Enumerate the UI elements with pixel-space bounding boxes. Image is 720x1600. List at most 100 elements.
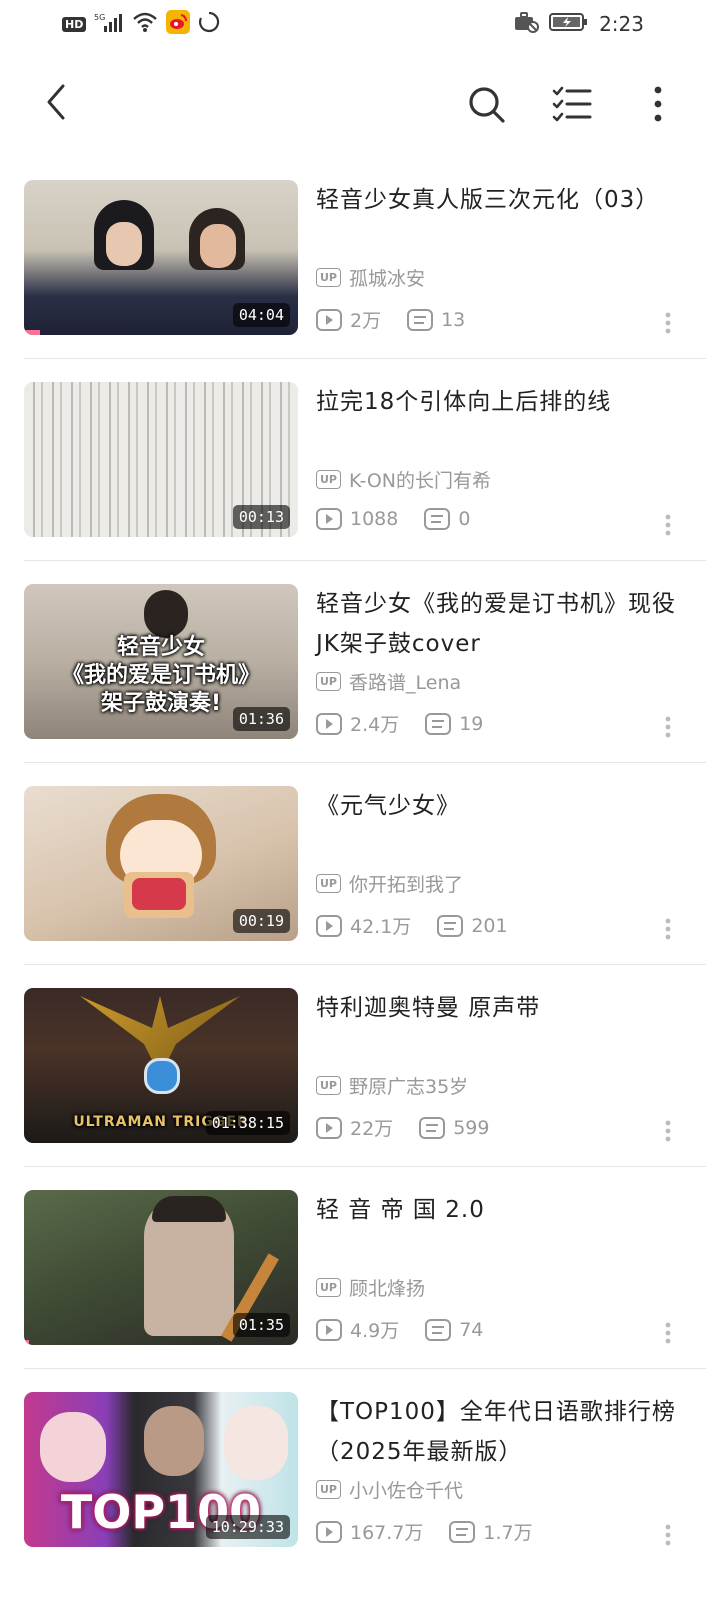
- uploader-row[interactable]: UP 孤城冰安: [316, 264, 425, 291]
- video-stats: 4.9万 74: [316, 1316, 509, 1343]
- up-badge: UP: [316, 1076, 341, 1095]
- video-item[interactable]: 00:19 《元气少女》 UP 你开拓到我了 42.1万 201: [24, 786, 706, 988]
- danmaku-icon: [419, 1116, 446, 1139]
- back-button[interactable]: [32, 78, 80, 126]
- danmaku-count: 1.7万: [483, 1522, 533, 1544]
- uploader-name: 野原广志35岁: [349, 1076, 469, 1098]
- item-more-button[interactable]: [658, 308, 678, 338]
- play-count-icon: [316, 1520, 342, 1543]
- view-count: 167.7万: [350, 1522, 424, 1544]
- video-stats: 167.7万 1.7万: [316, 1518, 559, 1545]
- play-count-icon: [316, 712, 342, 735]
- video-stats: 42.1万 201: [316, 912, 534, 939]
- up-badge: UP: [316, 874, 341, 893]
- video-title[interactable]: 《元气少女》: [316, 786, 686, 826]
- video-thumbnail[interactable]: 00:19: [24, 786, 298, 941]
- up-badge: UP: [316, 672, 341, 691]
- danmaku-icon: [407, 308, 434, 331]
- play-count-icon: [316, 1318, 342, 1341]
- divider: [24, 964, 706, 965]
- more-menu-button[interactable]: [634, 80, 682, 128]
- video-title[interactable]: 特利迦奥特曼 原声带: [316, 988, 686, 1028]
- chevron-left-icon: [47, 84, 65, 120]
- network-label: 5G: [94, 13, 105, 22]
- video-thumbnail[interactable]: TOP100 10:29:33: [24, 1392, 298, 1547]
- wifi-icon: [132, 11, 158, 37]
- danmaku-count: 0: [458, 508, 471, 530]
- video-thumbnail[interactable]: 轻音少女 《我的爱是订书机》 架子鼓演奏! 01:36: [24, 584, 298, 739]
- play-count-icon: [316, 508, 342, 530]
- video-duration: 04:04: [232, 303, 290, 327]
- watch-progress: [24, 1340, 30, 1345]
- briefcase-icon: [513, 11, 540, 37]
- uploader-row[interactable]: UP 野原广志35岁: [316, 1072, 468, 1099]
- video-duration: 00:19: [232, 909, 290, 933]
- hd-indicator: HD: [62, 16, 87, 32]
- up-badge: UP: [316, 1480, 341, 1499]
- item-more-button[interactable]: [658, 712, 678, 742]
- video-item[interactable]: TOP100 10:29:33 【TOP100】全年代日语歌排行榜（2025年最…: [24, 1392, 706, 1594]
- video-duration: 00:13: [232, 505, 290, 529]
- danmaku-icon: [425, 1318, 452, 1341]
- video-item[interactable]: 00:13 拉完18个引体向上后排的线 UP K-ON的长门有希 1088 0: [24, 382, 706, 584]
- divider: [24, 1166, 706, 1167]
- checklist-icon: [552, 86, 592, 122]
- video-thumbnail[interactable]: 01:35: [24, 1190, 298, 1345]
- danmaku-count: 74: [459, 1318, 484, 1341]
- battery-icon: [549, 11, 589, 37]
- video-thumbnail[interactable]: 00:13: [24, 382, 298, 537]
- batch-select-button[interactable]: [548, 80, 596, 128]
- uploader-row[interactable]: UP 你开拓到我了: [316, 870, 463, 897]
- more-vertical-icon: [665, 716, 671, 738]
- uploader-name: 顾北烽扬: [349, 1278, 426, 1300]
- video-duration: 01:38:15: [205, 1111, 290, 1135]
- up-badge: UP: [316, 1278, 341, 1297]
- danmaku-count: 599: [453, 1116, 490, 1139]
- video-item[interactable]: 04:04 轻音少女真人版三次元化（03） UP 孤城冰安 2万 13: [24, 180, 706, 382]
- video-stats: 22万 599: [316, 1114, 515, 1141]
- video-title[interactable]: 轻 音 帝 国 2.0: [316, 1190, 686, 1230]
- uploader-row[interactable]: UP 顾北烽扬: [316, 1274, 425, 1301]
- danmaku-count: 201: [471, 914, 508, 937]
- danmaku-icon: [449, 1520, 476, 1543]
- more-vertical-icon: [665, 918, 671, 940]
- status-bar: HD 5G 2:23: [0, 0, 720, 50]
- item-more-button[interactable]: [658, 914, 678, 944]
- video-item[interactable]: 轻音少女 《我的爱是订书机》 架子鼓演奏! 01:36 轻音少女《我的爱是订书机…: [24, 584, 706, 786]
- more-vertical-icon: [654, 86, 662, 122]
- uploader-name: 香路谱_Lena: [349, 672, 462, 694]
- video-item[interactable]: ULTRAMAN TRIGGER 01:38:15 特利迦奥特曼 原声带 UP …: [24, 988, 706, 1190]
- item-more-button[interactable]: [658, 1318, 678, 1348]
- video-title[interactable]: 轻音少女《我的爱是订书机》现役JK架子鼓cover: [316, 584, 686, 664]
- video-duration: 10:29:33: [205, 1515, 290, 1539]
- uploader-row[interactable]: UP 香路谱_Lena: [316, 668, 461, 695]
- video-item[interactable]: 01:35 轻 音 帝 国 2.0 UP 顾北烽扬 4.9万 74: [24, 1190, 706, 1392]
- video-title[interactable]: 拉完18个引体向上后排的线: [316, 382, 686, 422]
- video-list: 04:04 轻音少女真人版三次元化（03） UP 孤城冰安 2万 13 00:1…: [24, 180, 706, 1594]
- item-more-button[interactable]: [658, 1520, 678, 1550]
- item-more-button[interactable]: [658, 1116, 678, 1146]
- view-count: 2万: [350, 310, 382, 332]
- danmaku-icon: [424, 508, 451, 530]
- uploader-row[interactable]: UP 小小佐仓千代: [316, 1476, 463, 1503]
- top-toolbar: [0, 60, 720, 140]
- item-more-button[interactable]: [658, 510, 678, 540]
- video-thumbnail[interactable]: 04:04: [24, 180, 298, 335]
- video-thumbnail[interactable]: ULTRAMAN TRIGGER 01:38:15: [24, 988, 298, 1143]
- sync-icon: [198, 11, 220, 37]
- uploader-row[interactable]: UP K-ON的长门有希: [316, 466, 491, 493]
- search-button[interactable]: [462, 80, 510, 128]
- thumbnail-caption-text: 轻音少女 《我的爱是订书机》 架子鼓演奏!: [61, 635, 260, 716]
- video-title[interactable]: 【TOP100】全年代日语歌排行榜（2025年最新版）: [316, 1392, 686, 1472]
- video-title[interactable]: 轻音少女真人版三次元化（03）: [316, 180, 686, 220]
- more-vertical-icon: [665, 1120, 671, 1142]
- play-count-icon: [316, 308, 342, 331]
- danmaku-icon: [425, 712, 452, 735]
- divider: [24, 560, 706, 561]
- up-badge: UP: [316, 470, 341, 489]
- uploader-name: K-ON的长门有希: [349, 470, 492, 492]
- video-duration: 01:35: [232, 1313, 290, 1337]
- danmaku-count: 13: [441, 308, 466, 331]
- divider: [24, 358, 706, 359]
- signal-icon: 5G: [94, 12, 124, 36]
